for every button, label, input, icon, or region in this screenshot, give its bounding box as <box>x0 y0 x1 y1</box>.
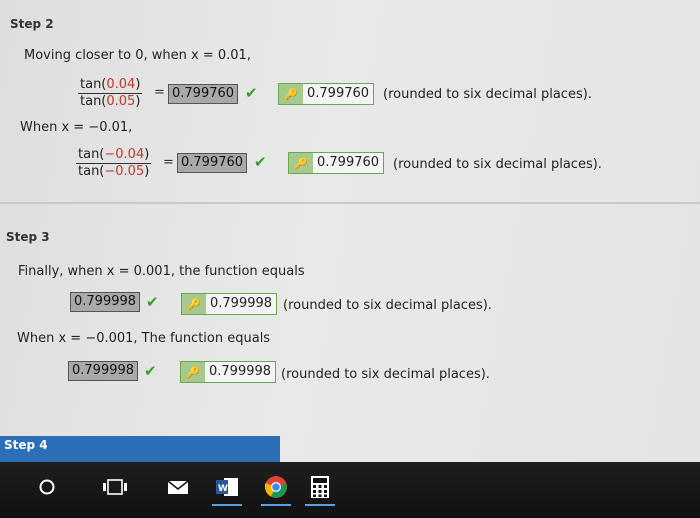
answer-box[interactable]: 0.799998 <box>68 361 139 381</box>
calculator-icon[interactable] <box>305 472 335 506</box>
fraction-denominator: tan(−0.05) <box>78 164 150 179</box>
answer-key-value: 0.799998 <box>210 296 273 311</box>
step4-heading: Step 4 <box>4 438 48 452</box>
answer-box[interactable]: 0.799760 <box>168 84 239 104</box>
answer-key-value: 0.799760 <box>317 155 380 170</box>
cortana-icon[interactable] <box>32 472 62 502</box>
task-view-icon[interactable] <box>100 472 130 502</box>
equals-sign: = <box>163 155 174 170</box>
fraction-numerator: tan(−0.04) <box>76 147 152 164</box>
rounding-note: (rounded to six decimal places). <box>393 157 602 172</box>
section-divider <box>0 202 700 204</box>
equals-sign: = <box>154 85 165 100</box>
step2-intro: Moving closer to 0, when x = 0.01, <box>24 48 251 63</box>
step3-line2: When x = −0.001, The function equals <box>17 331 271 346</box>
answer-key[interactable]: 🔑 0.799998 <box>181 293 278 315</box>
step4-bar[interactable]: Step 4 <box>0 436 280 462</box>
active-indicator <box>212 504 242 506</box>
fraction-denominator: tan(0.05) <box>80 94 141 109</box>
step2-fraction-1: tan(0.04) tan(0.05) <box>78 77 143 110</box>
answer-key-value: 0.799998 <box>209 364 272 379</box>
taskbar: W <box>0 462 700 518</box>
active-indicator <box>305 504 335 506</box>
answer-box[interactable]: 0.799760 <box>177 153 248 173</box>
mail-icon[interactable] <box>163 472 193 502</box>
active-indicator <box>261 504 291 506</box>
step2-fraction-2: tan(−0.04) tan(−0.05) <box>76 147 152 180</box>
step3-heading: Step 3 <box>6 230 50 244</box>
key-icon: 🔑 <box>182 294 206 314</box>
answer-key[interactable]: 🔑 0.799760 <box>288 152 385 174</box>
svg-text:W: W <box>218 484 228 494</box>
key-icon: 🔑 <box>289 153 313 173</box>
answer-key-value: 0.799760 <box>307 86 370 101</box>
rounding-note: (rounded to six decimal places). <box>283 298 492 313</box>
step2-heading: Step 2 <box>10 17 54 31</box>
step3-line1: Finally, when x = 0.001, the function eq… <box>18 264 305 279</box>
fraction-numerator: tan(0.04) <box>78 77 143 94</box>
check-icon: ✔ <box>245 84 258 102</box>
word-icon[interactable]: W <box>212 472 242 506</box>
answer-key[interactable]: 🔑 0.799760 <box>278 83 375 105</box>
screen: Step 2 Moving closer to 0, when x = 0.01… <box>0 0 700 462</box>
answer-key[interactable]: 🔑 0.799998 <box>180 361 277 383</box>
key-icon: 🔑 <box>181 362 205 382</box>
check-icon: ✔ <box>144 362 157 380</box>
key-icon: 🔑 <box>279 84 303 104</box>
check-icon: ✔ <box>254 153 267 171</box>
check-icon: ✔ <box>146 293 159 311</box>
rounding-note: (rounded to six decimal places). <box>383 87 592 102</box>
step2-when-negative: When x = −0.01, <box>20 120 133 135</box>
answer-box[interactable]: 0.799998 <box>70 292 141 312</box>
rounding-note: (rounded to six decimal places). <box>281 367 490 382</box>
chrome-icon[interactable] <box>261 472 291 506</box>
